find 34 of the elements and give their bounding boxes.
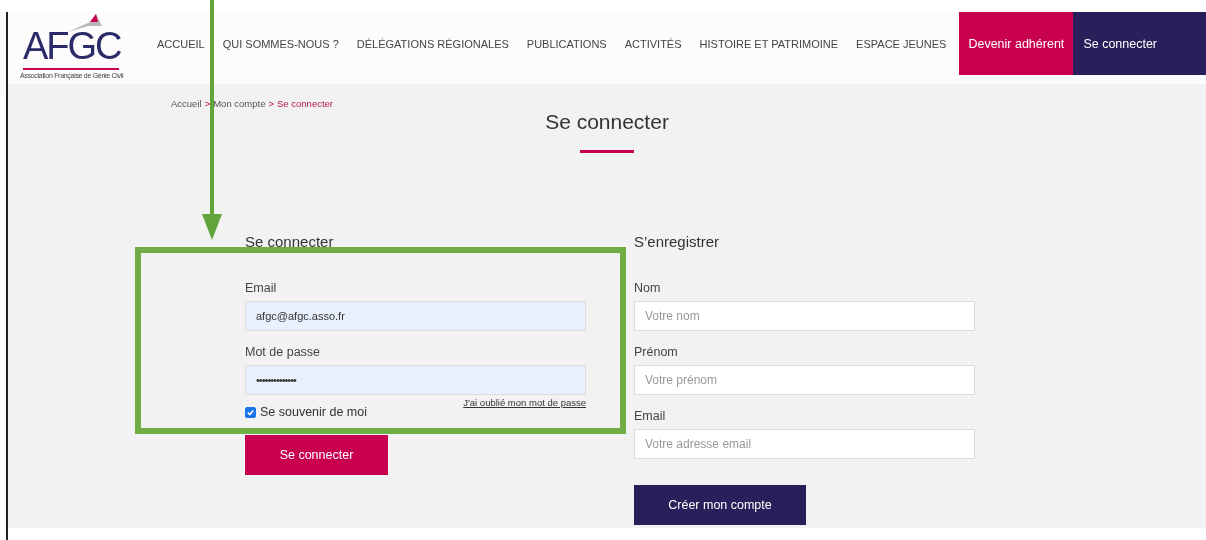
- title-underline: [580, 150, 634, 153]
- section-heading: Se connecter: [245, 233, 335, 251]
- checkbox-label: Se souvenir de moi: [260, 405, 367, 419]
- input-field[interactable]: Votre adresse email: [634, 429, 975, 459]
- create-account-button[interactable]: Créer mon compte: [634, 485, 806, 525]
- input-field[interactable]: afgc@afgc.asso.fr: [245, 301, 586, 331]
- field-label: Prénom: [634, 345, 678, 359]
- input-field[interactable]: Votre nom: [634, 301, 975, 331]
- field-label: Mot de passe: [245, 345, 321, 359]
- logo-wordmark[interactable]: AFGC: [23, 26, 121, 66]
- field-label: Email: [634, 409, 666, 423]
- field-label: Nom: [634, 281, 661, 295]
- breadcrumb-separator: >: [204, 98, 211, 109]
- nav-link[interactable]: PUBLICATIONS: [517, 12, 616, 75]
- nav-button[interactable]: Devenir adhérent: [959, 12, 1074, 75]
- breadcrumb-link[interactable]: Se connecter: [277, 98, 333, 109]
- nav-link[interactable]: ESPACE JEUNES: [847, 12, 956, 75]
- breadcrumb-link[interactable]: Mon compte: [213, 98, 266, 109]
- nav-button[interactable]: Se connecter: [1073, 12, 1206, 75]
- nav-link[interactable]: DÉLÉGATIONS RÉGIONALES: [347, 12, 518, 75]
- breadcrumb-separator: >: [268, 98, 275, 109]
- nav-link[interactable]: ACCUEIL: [148, 12, 214, 75]
- login-button[interactable]: Se connecter: [245, 435, 388, 475]
- checkbox[interactable]: [245, 406, 256, 418]
- input-field[interactable]: ••••••••••••••: [245, 365, 586, 395]
- forgot-password-link[interactable]: J'ai oublié mon mot de passe: [463, 397, 586, 408]
- nav-link[interactable]: HISTOIRE ET PATRIMOINE: [690, 12, 848, 75]
- section-heading: S’enregistrer: [634, 233, 721, 251]
- nav-link[interactable]: ACTIVITÉS: [615, 12, 691, 75]
- page-title: Se connecter: [545, 109, 669, 135]
- breadcrumb-link[interactable]: Accueil: [171, 98, 202, 109]
- field-label: Email: [245, 281, 277, 295]
- input-field[interactable]: Votre prénom: [634, 365, 975, 395]
- nav-link[interactable]: QUI SOMMES-NOUS ?: [213, 12, 348, 75]
